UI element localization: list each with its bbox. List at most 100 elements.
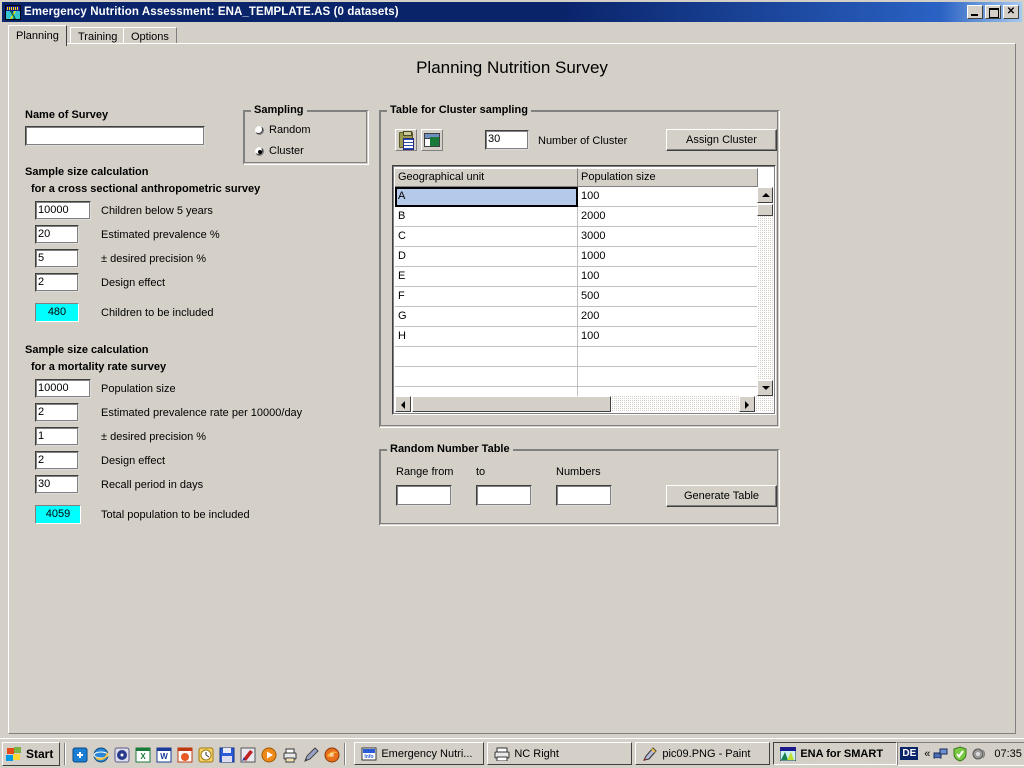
maximize-button[interactable] [985,5,1001,19]
scroll-left-button[interactable] [395,396,411,412]
cell-population-size[interactable]: 100 [578,327,758,347]
grid-vertical-scrollbar[interactable] [757,187,773,396]
cell-geographical-unit[interactable]: B [395,207,578,227]
cell-population-size[interactable]: 500 [578,287,758,307]
scroll-down-button[interactable] [757,380,773,396]
pencil-icon[interactable] [301,745,319,763]
ena-chart-icon [5,5,21,20]
prevalence-rate-input[interactable]: 2 [35,403,79,422]
powerpoint-icon[interactable] [175,745,193,763]
vertical-scroll-thumb[interactable] [757,204,773,216]
recall-period-input[interactable]: 30 [35,475,79,494]
range-from-input[interactable] [396,485,452,506]
start-button[interactable]: Start [2,742,60,766]
table-row[interactable]: B2000 [395,207,773,227]
column-header-population-size[interactable]: Population size [578,168,758,187]
taskbar-clock[interactable]: 07:35 [994,748,1022,760]
cell-population-size[interactable]: 100 [578,267,758,287]
media-player-icon[interactable] [112,745,130,763]
table-row[interactable]: H100 [395,327,773,347]
scroll-up-button[interactable] [757,187,773,203]
show-desktop-icon[interactable] [70,745,88,763]
play-orange-icon[interactable] [259,745,277,763]
cluster-data-grid[interactable]: Geographical unit Population size A100B2… [392,165,776,415]
cell-population-size[interactable] [578,367,758,387]
export-excel-button[interactable] [421,129,443,151]
cell-geographical-unit[interactable]: A [395,187,578,207]
shield-ok-icon[interactable] [952,746,968,762]
generate-table-button[interactable]: Generate Table [666,485,777,507]
firefox-icon[interactable] [322,745,340,763]
taskbar-button-3[interactable]: pic09.PNG - Paint [635,742,770,765]
estimated-prevalence-input[interactable]: 20 [35,225,79,244]
random-number-table-group-title: Random Number Table [387,443,513,455]
table-row[interactable]: E100 [395,267,773,287]
cell-geographical-unit[interactable]: F [395,287,578,307]
desired-precision-input[interactable]: 5 [35,249,79,268]
printer-icon [494,747,510,761]
task-button-list: InfoEmergency Nutri...NC Rightpic09.PNG … [354,742,897,765]
cell-population-size[interactable]: 1000 [578,247,758,267]
network-icon[interactable] [933,746,949,762]
close-button[interactable]: ✕ [1003,5,1019,19]
internet-explorer-icon[interactable] [91,745,109,763]
name-of-survey-input[interactable] [25,126,205,146]
save-disk-icon[interactable] [217,745,235,763]
number-of-cluster-input[interactable]: 30 [485,130,529,150]
population-size-input[interactable]: 10000 [35,379,91,398]
cell-population-size[interactable] [578,347,758,367]
taskbar-button-4[interactable]: ENA for SMART [773,742,897,765]
tray-expand-chevron-icon[interactable]: « [924,748,930,760]
numbers-input[interactable] [556,485,612,506]
scroll-right-button[interactable] [739,396,755,412]
paste-clipboard-icon [399,132,413,148]
table-row[interactable]: C3000 [395,227,773,247]
table-row[interactable]: F500 [395,287,773,307]
anthro-heading: Sample size calculation [25,166,149,178]
minimize-button[interactable] [967,5,983,19]
cell-geographical-unit[interactable] [395,367,578,387]
cell-population-size[interactable]: 3000 [578,227,758,247]
mortality-subheading: for a mortality rate survey [31,361,166,373]
quick-launch-bar: XW [70,745,340,763]
cell-population-size[interactable]: 2000 [578,207,758,227]
excel-icon[interactable]: X [133,745,151,763]
children-below-5-input[interactable]: 10000 [35,201,91,220]
radio-cluster[interactable]: Cluster [254,145,304,158]
cell-geographical-unit[interactable] [395,347,578,367]
cell-geographical-unit[interactable]: E [395,267,578,287]
mortality-design-effect-input[interactable]: 2 [35,451,79,470]
cell-population-size[interactable]: 100 [578,187,758,207]
table-row[interactable] [395,347,773,367]
table-row[interactable] [395,367,773,387]
cell-geographical-unit[interactable]: D [395,247,578,267]
column-header-geographical-unit[interactable]: Geographical unit [395,168,578,187]
cell-geographical-unit[interactable]: G [395,307,578,327]
taskbar-separator-2 [344,743,346,765]
clock-icon[interactable] [196,745,214,763]
paste-button[interactable] [395,129,417,151]
spreadsheet-export-icon [424,133,440,147]
mortality-precision-input[interactable]: 1 [35,427,79,446]
cell-geographical-unit[interactable]: H [395,327,578,347]
volume-icon[interactable] [971,746,987,762]
cell-population-size[interactable]: 200 [578,307,758,327]
language-indicator[interactable]: DE [900,747,918,760]
table-row[interactable]: G200 [395,307,773,327]
range-to-input[interactable] [476,485,532,506]
svg-text:Info: Info [365,754,374,760]
taskbar-button-1[interactable]: InfoEmergency Nutri... [354,742,484,765]
printer-icon[interactable] [280,745,298,763]
tab-planning[interactable]: Planning [8,25,67,46]
taskbar-button-2[interactable]: NC Right [487,742,632,765]
design-effect-input[interactable]: 2 [35,273,79,292]
grid-horizontal-scrollbar[interactable] [395,396,773,412]
word-icon[interactable]: W [154,745,172,763]
assign-cluster-button[interactable]: Assign Cluster [666,129,777,151]
horizontal-scroll-thumb[interactable] [412,396,611,412]
paint-tools-icon[interactable] [238,745,256,763]
table-row[interactable]: D1000 [395,247,773,267]
table-row[interactable]: A100 [395,187,773,207]
radio-random[interactable]: Random [254,124,311,137]
cell-geographical-unit[interactable]: C [395,227,578,247]
